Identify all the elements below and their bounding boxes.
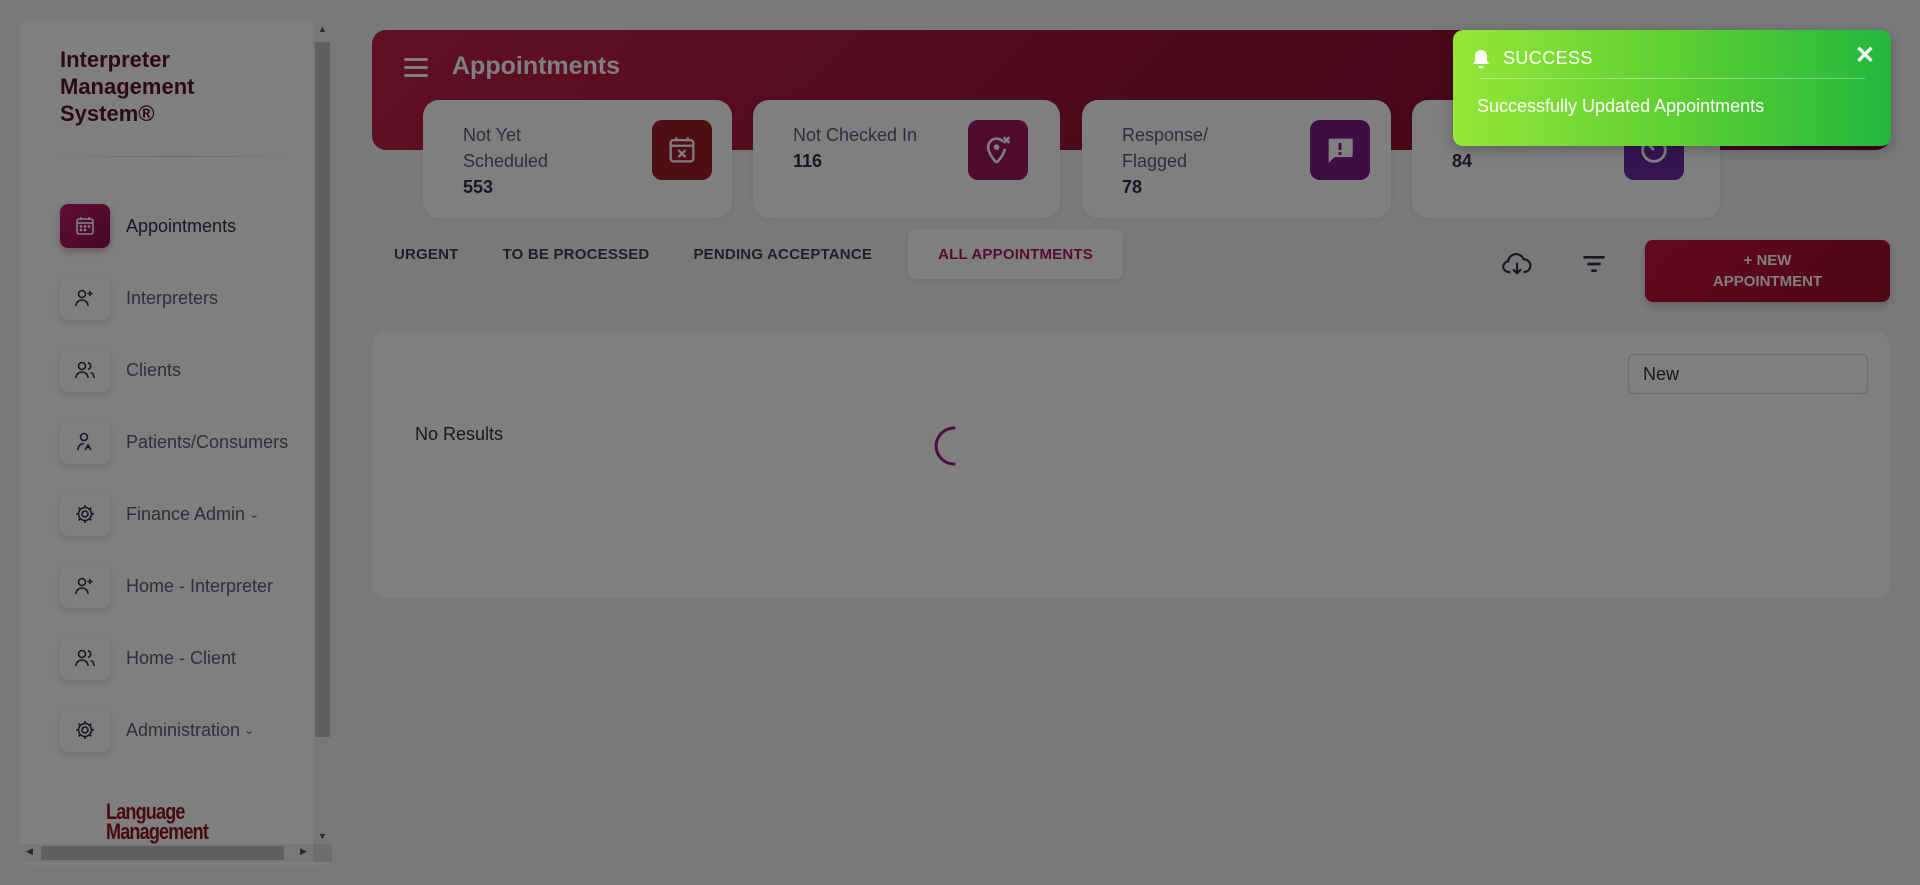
close-icon[interactable]: ✕ (1855, 44, 1875, 68)
success-toast: SUCCESS ✕ Successfully Updated Appointme… (1453, 30, 1891, 146)
bell-icon (1473, 50, 1489, 69)
toast-message: Successfully Updated Appointments (1477, 96, 1765, 116)
toast-divider (1479, 78, 1865, 79)
toast-title: SUCCESS (1503, 48, 1593, 68)
